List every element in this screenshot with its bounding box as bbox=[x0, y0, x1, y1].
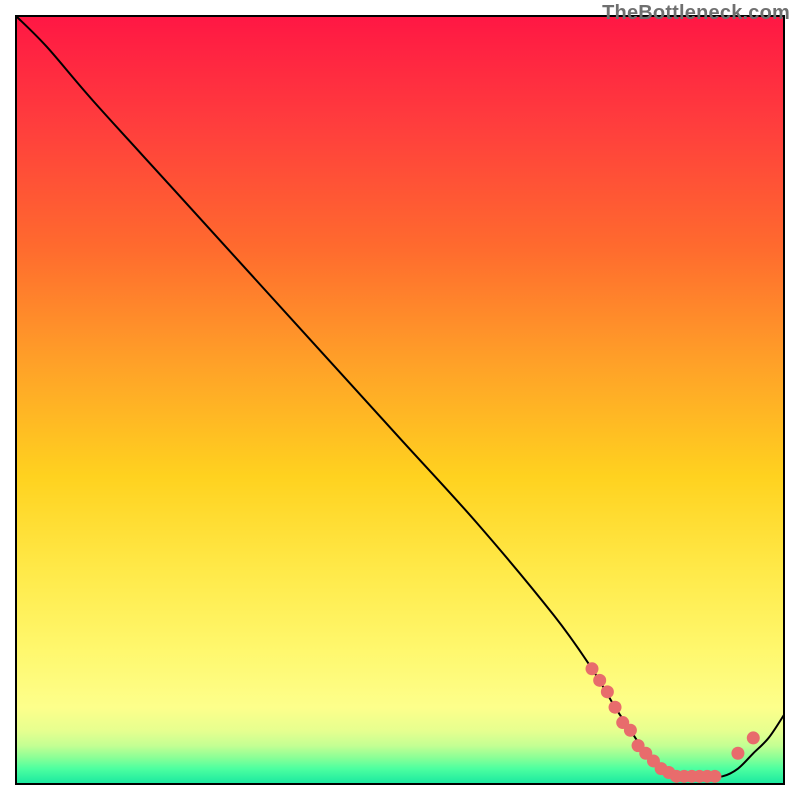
curve-marker bbox=[609, 701, 622, 714]
curve-marker bbox=[624, 724, 637, 737]
curve-marker bbox=[601, 685, 614, 698]
bottleneck-chart bbox=[0, 0, 800, 800]
curve-marker bbox=[708, 770, 721, 783]
curve-marker bbox=[586, 662, 599, 675]
curve-marker bbox=[731, 747, 744, 760]
plot-background bbox=[16, 16, 784, 784]
curve-marker bbox=[593, 674, 606, 687]
chart-container: TheBottleneck.com bbox=[0, 0, 800, 800]
curve-marker bbox=[747, 731, 760, 744]
attribution-label: TheBottleneck.com bbox=[602, 2, 790, 25]
